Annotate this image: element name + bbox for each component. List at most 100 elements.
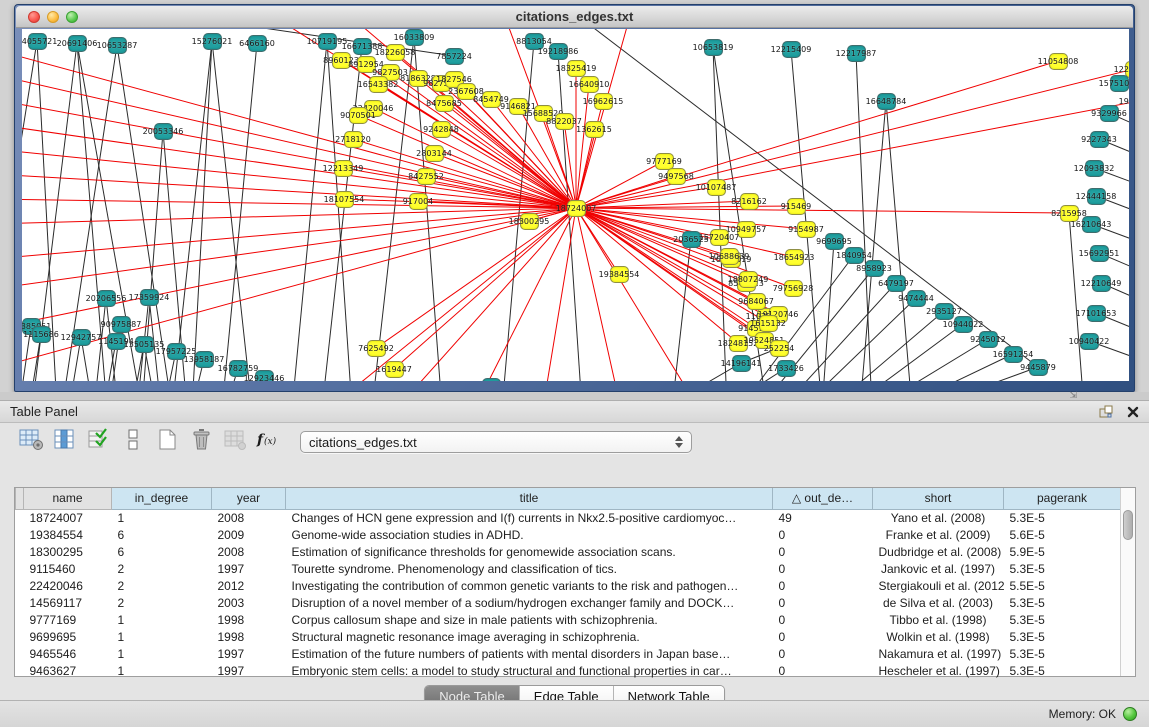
graph-node[interactable] [482, 91, 501, 108]
graph-node[interactable] [435, 95, 454, 112]
graph-node[interactable] [667, 168, 686, 185]
graph-node[interactable] [445, 48, 464, 65]
graph-node[interactable] [1085, 160, 1104, 177]
table-row[interactable]: 1456911722003Disruption of a novel membe… [16, 594, 1121, 611]
graph-node[interactable] [797, 221, 816, 238]
column-header-year[interactable]: year [212, 488, 286, 509]
graph-node[interactable] [707, 179, 726, 196]
delete-table-icon[interactable] [188, 428, 215, 452]
panel-splitter[interactable]: ⇲ [0, 392, 1149, 400]
graph-node[interactable] [68, 35, 87, 52]
graph-node[interactable] [195, 351, 214, 368]
graph-node[interactable] [747, 293, 766, 310]
graph-node[interactable] [610, 266, 629, 283]
graph-node[interactable] [1082, 216, 1101, 233]
graph-node[interactable] [255, 370, 274, 382]
graph-node[interactable] [865, 260, 884, 277]
close-panel-icon[interactable] [1127, 406, 1139, 418]
row-layout-icon[interactable] [120, 428, 147, 452]
graph-node[interactable] [349, 107, 368, 124]
graph-node[interactable] [344, 131, 363, 148]
column-header-title[interactable]: title [286, 488, 773, 509]
graph-node[interactable] [140, 289, 159, 306]
graph-node[interactable] [203, 33, 222, 50]
graph-node[interactable] [386, 44, 405, 61]
graph-node[interactable] [369, 76, 388, 93]
table-row[interactable]: 946554611997Estimation of the future num… [16, 645, 1121, 662]
graph-node[interactable] [877, 93, 896, 110]
graph-node[interactable] [1004, 346, 1023, 363]
window-titlebar[interactable]: citations_edges.txt [16, 6, 1133, 28]
graph-node[interactable] [28, 33, 47, 50]
graph-node[interactable] [887, 275, 906, 292]
graph-node[interactable] [97, 290, 116, 307]
network-canvas[interactable]: 1872400789601238912954182260589827503165… [22, 29, 1129, 381]
graph-node[interactable] [534, 105, 553, 122]
graph-node[interactable] [32, 326, 51, 343]
graph-node[interactable] [555, 113, 574, 130]
graph-node[interactable] [520, 213, 539, 230]
graph-node[interactable] [825, 233, 844, 250]
graph-node[interactable] [335, 191, 354, 208]
graph-node[interactable] [167, 343, 186, 360]
graph-node[interactable] [567, 200, 586, 217]
graph-node[interactable] [367, 340, 386, 357]
graph-node[interactable] [777, 360, 796, 377]
graph-node[interactable] [1049, 53, 1068, 70]
select-rows-icon[interactable] [86, 428, 113, 452]
graph-node[interactable] [979, 331, 998, 348]
graph-node[interactable] [1080, 333, 1099, 350]
table-row[interactable]: 946362711997Embryonic stem cells: a mode… [16, 662, 1121, 679]
graph-node[interactable] [1087, 305, 1106, 322]
graph-node[interactable] [954, 316, 973, 333]
graph-node[interactable] [1090, 131, 1109, 148]
graph-node[interactable] [655, 153, 674, 170]
graph-node[interactable] [567, 60, 586, 77]
graph-node[interactable] [417, 168, 436, 185]
graph-node[interactable] [580, 76, 599, 93]
graph-node[interactable] [405, 29, 424, 46]
graph-node[interactable] [585, 121, 604, 138]
graph-node[interactable] [1060, 205, 1079, 222]
column-header-short[interactable]: short [873, 488, 1004, 509]
graph-node[interactable] [108, 37, 127, 54]
import-table-icon[interactable] [222, 428, 249, 452]
graph-node[interactable] [1090, 245, 1109, 262]
float-panel-icon[interactable] [1099, 405, 1113, 418]
graph-node[interactable] [482, 378, 501, 382]
table-row[interactable]: 969969511998Structural magnetic resonanc… [16, 628, 1121, 645]
graph-node[interactable] [1110, 75, 1129, 92]
graph-node[interactable] [509, 98, 528, 115]
column-header-pagerank[interactable]: pagerank [1004, 488, 1121, 509]
graph-node[interactable] [1029, 359, 1048, 376]
graph-node[interactable] [787, 198, 806, 215]
table-row[interactable]: 2242004622012Investigating the contribut… [16, 577, 1121, 594]
graph-node[interactable] [112, 316, 131, 333]
graph-node[interactable] [785, 249, 804, 266]
graph-node[interactable] [107, 333, 126, 350]
graph-node[interactable] [409, 193, 428, 210]
graph-node[interactable] [845, 247, 864, 264]
function-builder-icon[interactable]: f(x) [256, 428, 283, 452]
graph-node[interactable] [432, 121, 451, 138]
graph-node[interactable] [720, 248, 739, 265]
graph-node[interactable] [525, 33, 544, 50]
table-row[interactable]: 1938455462009Genome-wide association stu… [16, 526, 1121, 543]
table-row[interactable]: 1872400712008Changes of HCN gene express… [16, 509, 1121, 526]
graph-node[interactable] [1092, 275, 1111, 292]
graph-node[interactable] [907, 290, 926, 307]
graph-node[interactable] [385, 361, 404, 378]
graph-node[interactable] [737, 221, 756, 238]
graph-node[interactable] [782, 41, 801, 58]
table-row[interactable]: 911546021997Tourette syndrome. Phenomeno… [16, 560, 1121, 577]
graph-node[interactable] [935, 303, 954, 320]
graph-node[interactable] [770, 340, 789, 357]
graph-node[interactable] [135, 336, 154, 353]
graph-node[interactable] [409, 70, 428, 87]
table-scrollbar[interactable] [1120, 488, 1135, 676]
graph-node[interactable] [357, 56, 376, 73]
graph-node[interactable] [353, 38, 372, 55]
graph-node[interactable] [682, 231, 701, 248]
create-table-icon[interactable] [154, 428, 181, 452]
table-selector[interactable]: citations_edges.txt [300, 431, 692, 453]
